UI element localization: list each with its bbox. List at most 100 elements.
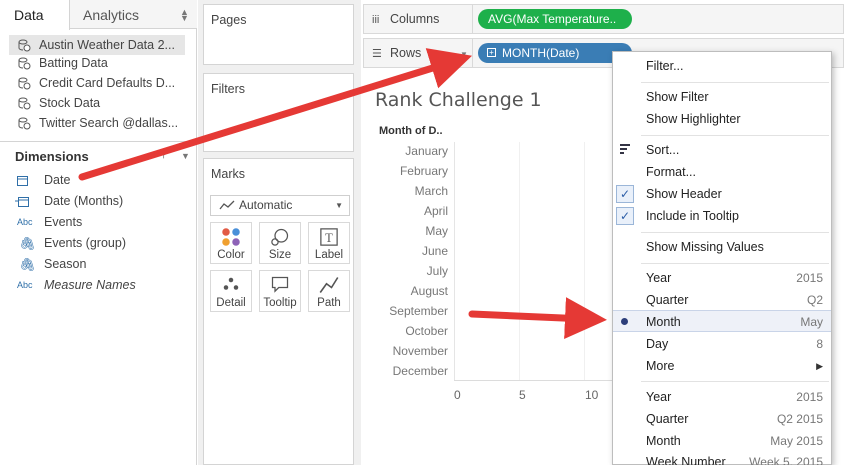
- menu-month[interactable]: Month May: [613, 310, 831, 332]
- datasource-item[interactable]: Twitter Search @dallas...: [0, 113, 184, 133]
- row-header: Month of D..: [379, 125, 443, 137]
- field-events-group[interactable]: 🖇︎ Events (group): [0, 233, 197, 254]
- divider: [0, 141, 197, 142]
- menu-week-number[interactable]: Week Number Week 5, 2015: [613, 451, 831, 465]
- expand-icon[interactable]: +: [487, 48, 496, 57]
- detail-icon: [223, 277, 239, 290]
- pages-card[interactable]: Pages: [203, 4, 354, 65]
- menu-separator: [641, 232, 829, 233]
- tooltip-button[interactable]: Tooltip: [259, 270, 301, 312]
- menu-show-header[interactable]: ✓ Show Header: [613, 183, 831, 205]
- label-label: Label: [314, 249, 344, 261]
- field-label: Measure Names: [44, 278, 136, 292]
- marks-card: Marks Automatic ▼ Color Size T Label Det…: [203, 158, 354, 465]
- path-label: Path: [317, 297, 341, 309]
- size-button[interactable]: Size: [259, 222, 301, 264]
- menu-month-continuous[interactable]: Month May 2015: [613, 430, 831, 452]
- radio-selected-icon: [621, 318, 628, 325]
- menu-separator: [641, 263, 829, 264]
- menu-show-missing-values[interactable]: Show Missing Values: [613, 236, 831, 258]
- month-label: December: [392, 364, 448, 378]
- month-label: November: [392, 344, 448, 358]
- dimensions-header: Dimensions: [15, 149, 89, 164]
- tab-analytics[interactable]: Analytics: [83, 0, 183, 29]
- datasource-item[interactable]: Stock Data: [0, 93, 184, 113]
- datasource-icon: [18, 77, 31, 90]
- chevron-down-icon: ▼: [335, 201, 343, 210]
- view-canvas[interactable]: Rank Challenge 1 Month of D.. January Feb…: [363, 72, 614, 465]
- month-label: April: [423, 204, 448, 218]
- check-icon: ✓: [616, 207, 634, 225]
- menu-include-in-tooltip[interactable]: ✓ Include in Tooltip: [613, 205, 831, 227]
- filters-card[interactable]: Filters: [203, 73, 354, 152]
- color-label: Color: [217, 249, 245, 261]
- menu-more[interactable]: More ▶: [613, 355, 831, 377]
- columns-shelf-label: iii Columns: [372, 12, 439, 26]
- tab-data[interactable]: Data: [0, 0, 70, 30]
- menu-show-highlighter[interactable]: Show Highlighter: [613, 108, 831, 130]
- menu-quarter2-label: Quarter: [646, 412, 689, 426]
- field-label: Date: [44, 173, 71, 187]
- menu-quarter-label: Quarter: [646, 293, 689, 307]
- label-button[interactable]: T Label: [308, 222, 350, 264]
- axis-baseline: [454, 380, 614, 381]
- tooltip-icon: [271, 276, 289, 293]
- datasource-label: Credit Card Defaults D...: [39, 76, 176, 90]
- calendar-icon: [17, 176, 28, 186]
- field-label: Season: [44, 257, 87, 271]
- menu-day[interactable]: Day 8: [613, 333, 831, 355]
- menu-sort[interactable]: Sort...: [613, 139, 831, 161]
- mark-type-dropdown[interactable]: Automatic ▼: [210, 195, 350, 216]
- columns-shelf[interactable]: iii Columns AVG(Max Temperature..: [363, 4, 844, 34]
- menu-month2-value: May 2015: [770, 434, 823, 448]
- menu-quarter-continuous[interactable]: Quarter Q2 2015: [613, 408, 831, 430]
- menu-year[interactable]: Year 2015: [613, 267, 831, 289]
- menu-week-number-value: Week 5, 2015: [749, 455, 823, 465]
- pane-menu-icon[interactable]: ▲ ▼: [180, 8, 189, 23]
- field-season[interactable]: 🖇︎ Season: [0, 254, 197, 275]
- line-chart-icon: [219, 200, 235, 210]
- color-icon: [222, 228, 240, 246]
- menu-quarter[interactable]: Quarter Q2: [613, 289, 831, 311]
- chevron-down-icon[interactable]: ▼: [460, 50, 468, 59]
- columns-icon: iii: [372, 14, 380, 26]
- menu-format[interactable]: Format...: [613, 161, 831, 183]
- field-measure-names[interactable]: Abc Measure Names: [0, 275, 197, 296]
- avg-max-temperature-pill[interactable]: AVG(Max Temperature..: [478, 9, 632, 29]
- datasource-item[interactable]: Batting Data: [0, 53, 184, 73]
- path-button[interactable]: Path: [308, 270, 350, 312]
- menu-more-label: More: [646, 359, 675, 373]
- month-date-pill[interactable]: + MONTH(Date): [478, 43, 632, 63]
- detail-button[interactable]: Detail: [210, 270, 252, 312]
- month-label: August: [410, 284, 448, 298]
- menu-separator: [641, 381, 829, 382]
- month-label: July: [426, 264, 448, 278]
- menu-year-continuous[interactable]: Year 2015: [613, 386, 831, 408]
- datasource-label: Batting Data: [39, 56, 108, 70]
- datasource-item[interactable]: Austin Weather Data 2...: [9, 35, 185, 55]
- field-date[interactable]: Date: [0, 170, 197, 191]
- color-button[interactable]: Color: [210, 222, 252, 264]
- grid-line: [584, 142, 585, 380]
- chevron-down-icon[interactable]: ▼: [181, 151, 190, 161]
- view-title: Rank Challenge 1: [375, 89, 542, 111]
- search-icon[interactable]: ⚲: [160, 149, 167, 160]
- axis-tick: 5: [519, 388, 526, 402]
- label-icon: T: [320, 228, 338, 246]
- menu-show-filter[interactable]: Show Filter: [613, 86, 831, 108]
- menu-filter[interactable]: Filter...: [613, 55, 831, 77]
- menu-day-label: Day: [646, 337, 669, 351]
- datasource-icon: [18, 117, 31, 130]
- submenu-arrow-icon: ▶: [816, 361, 823, 371]
- menu-quarter2-value: Q2 2015: [776, 412, 823, 426]
- detail-label: Detail: [216, 297, 246, 309]
- path-icon: [319, 277, 339, 293]
- tooltip-label: Tooltip: [263, 297, 297, 309]
- field-date-months[interactable]: Date (Months): [0, 191, 197, 212]
- menu-month-value: May: [800, 315, 823, 329]
- field-events[interactable]: Abc Events: [0, 212, 197, 233]
- menu-week-number-label: Week Number: [646, 455, 726, 465]
- menu-quarter-value: Q2: [806, 293, 823, 307]
- grid-line: [519, 142, 520, 380]
- datasource-item[interactable]: Credit Card Defaults D...: [0, 73, 184, 93]
